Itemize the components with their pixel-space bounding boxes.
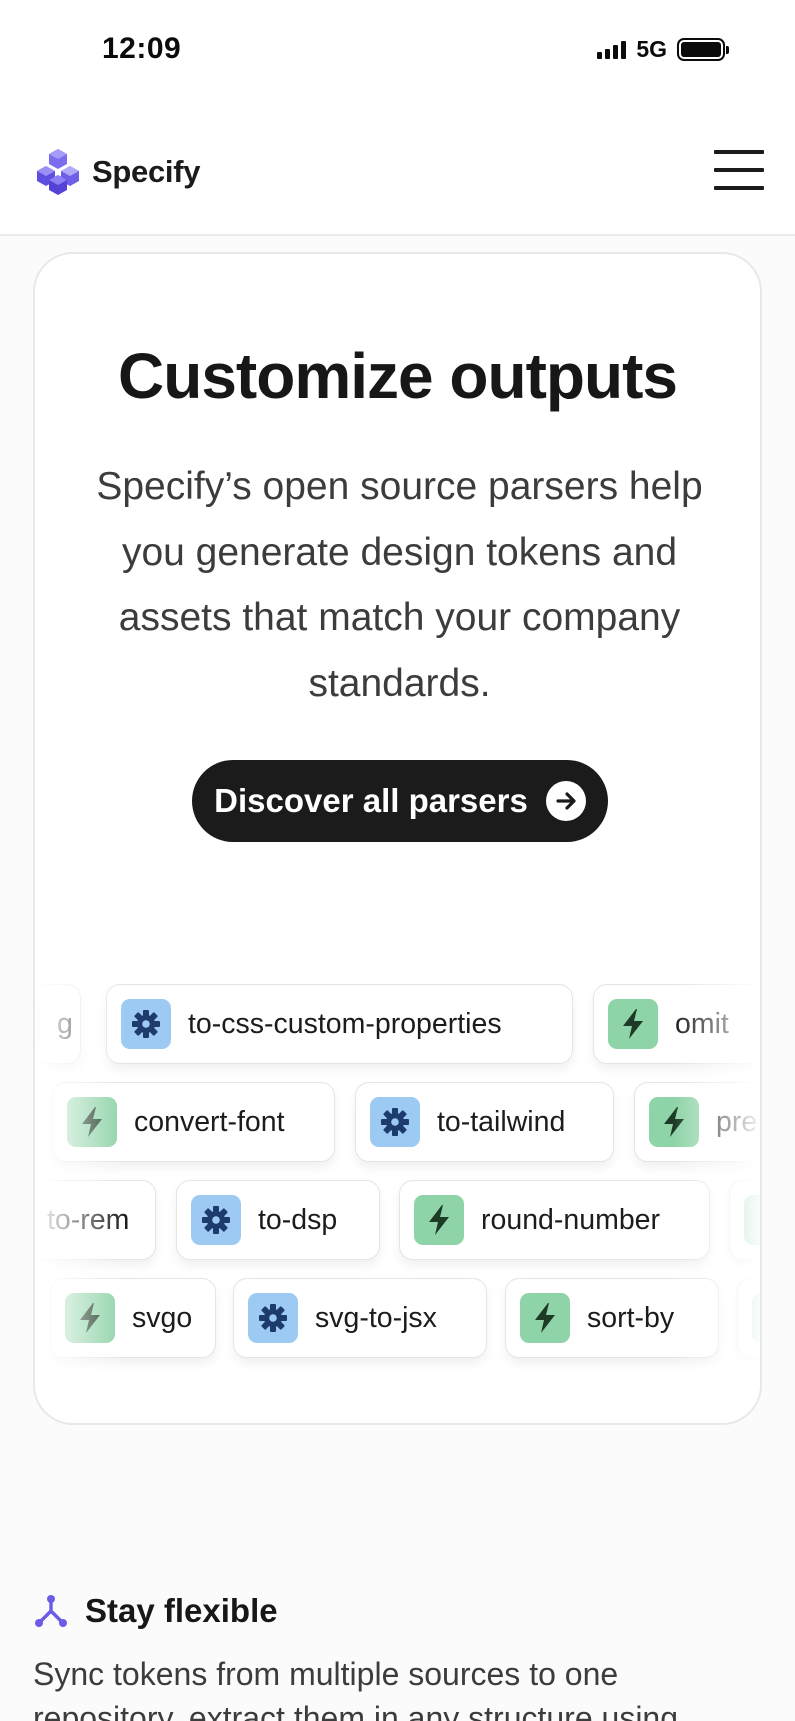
menu-line (714, 186, 764, 190)
bolt-icon (744, 1195, 760, 1245)
hamburger-menu-button[interactable] (714, 150, 764, 190)
specify-logo[interactable]: Specify (32, 146, 200, 198)
parser-chip[interactable]: omit (593, 984, 760, 1064)
parser-chip-label: omit (675, 1007, 729, 1040)
section-title: Stay flexible (85, 1592, 278, 1629)
specify-cube-logo-icon (37, 149, 79, 195)
battery-icon (677, 38, 729, 61)
parser-chip-label: round-number (481, 1203, 661, 1236)
parser-chip[interactable]: sort-by (505, 1278, 719, 1358)
status-bar: 12:09 5G (0, 0, 795, 100)
parser-chip-label: to-rem (47, 1203, 130, 1236)
parser-chip-label: pre (716, 1105, 758, 1138)
parser-chip[interactable]: pre (634, 1082, 760, 1162)
parser-chip[interactable] (737, 1278, 760, 1358)
parser-chip[interactable]: svgo (50, 1278, 216, 1358)
parser-chip-label: sort-by (587, 1301, 675, 1334)
bolt-icon (520, 1293, 570, 1343)
parser-chip[interactable]: to-rem (35, 1180, 156, 1260)
signal-bars-icon (597, 40, 627, 59)
parser-chip-label: svg-to-jsx (315, 1301, 437, 1334)
parser-chip[interactable]: g (35, 984, 81, 1064)
gear-icon (191, 1195, 241, 1245)
parser-chips-marquee: g to-css-custom-properties omit convert-… (35, 984, 760, 1384)
stay-flexible-section: Stay flexible Sync tokens from multiple … (33, 1592, 773, 1721)
parser-chip-label: to-tailwind (437, 1105, 566, 1138)
customize-outputs-card: Customize outputs Specify’s open source … (33, 252, 762, 1425)
parser-chip-label: g (57, 1007, 73, 1040)
parser-chip[interactable]: convert-font (52, 1082, 335, 1162)
branch-merge-icon (35, 1595, 67, 1627)
page: 12:09 5G Specify Customize outputs Speci… (0, 0, 795, 1721)
parser-chip-label: to-css-custom-properties (188, 1007, 502, 1040)
parser-chip-label: convert-font (134, 1105, 285, 1138)
bolt-icon (414, 1195, 464, 1245)
bolt-icon (67, 1097, 117, 1147)
top-navbar: Specify (0, 100, 795, 236)
bolt-icon (35, 999, 40, 1049)
parser-chip-label: svgo (132, 1301, 193, 1334)
cta-label: Discover all parsers (214, 782, 528, 819)
section-body: Sync tokens from multiple sources to one… (33, 1656, 679, 1721)
menu-line (714, 168, 764, 172)
menu-line (714, 150, 764, 154)
status-time: 12:09 (102, 32, 182, 65)
discover-parsers-button[interactable]: Discover all parsers (192, 760, 608, 842)
gear-icon (248, 1293, 298, 1343)
parser-chip[interactable]: to-tailwind (355, 1082, 614, 1162)
bolt-icon (608, 999, 658, 1049)
gear-icon (370, 1097, 420, 1147)
card-title: Customize outputs (118, 340, 678, 412)
bolt-icon (752, 1293, 760, 1343)
status-indicators: 5G (597, 36, 729, 63)
parser-chip-label: to-dsp (258, 1203, 338, 1236)
section-heading: Stay flexible (33, 1592, 773, 1630)
parser-chip[interactable]: round-number (399, 1180, 710, 1260)
bolt-icon (65, 1293, 115, 1343)
parser-chip[interactable]: to-dsp (176, 1180, 380, 1260)
parser-chip[interactable]: svg-to-jsx (233, 1278, 487, 1358)
bolt-icon (649, 1097, 699, 1147)
gear-icon (121, 999, 171, 1049)
network-label: 5G (636, 36, 667, 62)
parser-chip[interactable]: to-css-custom-properties (106, 984, 573, 1064)
arrow-right-circle-icon (545, 781, 586, 821)
parser-chip[interactable] (729, 1180, 760, 1260)
logo-text: Specify (92, 154, 201, 189)
card-description: Specify’s open source parsers help you g… (96, 465, 703, 705)
